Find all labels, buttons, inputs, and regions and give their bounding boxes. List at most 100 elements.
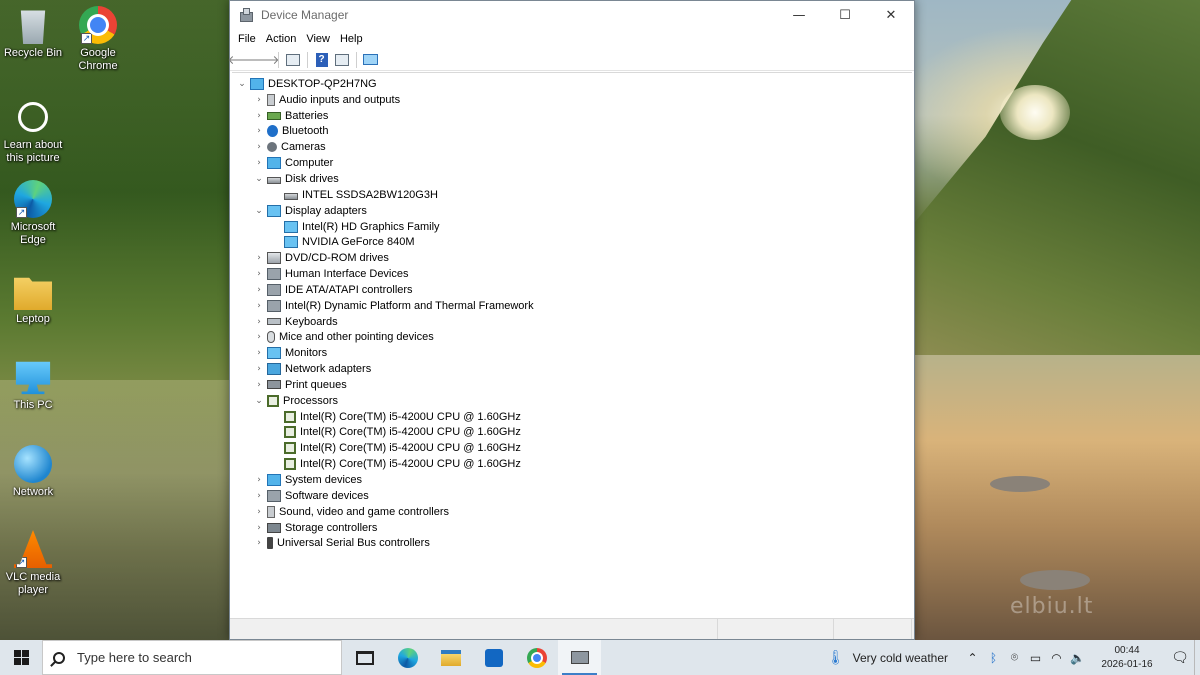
tree-category-human-interface-devices[interactable]: › Human Interface Devices <box>232 266 912 282</box>
tree-category-system-devices[interactable]: › System devices <box>232 472 912 488</box>
tree-category-keyboards[interactable]: › Keyboards <box>232 314 912 330</box>
show-hide-console-tree-button[interactable] <box>283 51 302 69</box>
notification-icon[interactable]: 🗨 <box>1166 640 1194 675</box>
clock[interactable]: 00:44 2026-01-16 <box>1092 644 1162 672</box>
tree-device-item[interactable]: INTEL SSDSA2BW120G3H <box>232 187 912 203</box>
menu-help[interactable]: Help <box>335 29 368 49</box>
chevron-right-icon[interactable]: › <box>253 110 265 122</box>
menu-action[interactable]: Action <box>261 29 302 49</box>
desktop-icon-this-pc[interactable]: This PC <box>0 358 66 412</box>
chevron-down-icon[interactable]: ⌄ <box>236 78 248 90</box>
weather-widget[interactable]: 🌡 Very cold weather <box>827 650 948 666</box>
menu-file[interactable]: File <box>233 29 261 49</box>
tree-category-universal-serial-bus-controllers[interactable]: › Universal Serial Bus controllers <box>232 535 912 551</box>
tree-category-display-adapters[interactable]: ⌄ Display adapters <box>232 203 912 219</box>
volume-icon[interactable]: 🔈 <box>1067 640 1088 675</box>
tree-category-bluetooth[interactable]: › Bluetooth <box>232 124 912 140</box>
chevron-right-icon[interactable]: › <box>253 300 265 312</box>
chevron-right-icon[interactable]: › <box>253 537 265 549</box>
desktop-icon-vlc[interactable]: ↗ VLC media player <box>0 530 66 597</box>
tree-device-item[interactable]: Intel(R) Core(TM) i5-4200U CPU @ 1.60GHz <box>232 425 912 441</box>
tree-category-batteries[interactable]: › Batteries <box>232 108 912 124</box>
tree-device-item[interactable]: Intel(R) Core(TM) i5-4200U CPU @ 1.60GHz <box>232 440 912 456</box>
wifi-icon[interactable]: ◠ <box>1046 640 1067 675</box>
chevron-right-icon[interactable]: › <box>253 506 265 518</box>
desktop-icon-microsoft-edge[interactable]: ↗ Microsoft Edge <box>0 180 66 247</box>
chevron-right-icon[interactable]: › <box>253 331 265 343</box>
software-device-icon <box>267 489 281 502</box>
task-view-button[interactable] <box>343 640 386 675</box>
tree-category-intel-r-dynamic-platform-and-thermal-framework[interactable]: › Intel(R) Dynamic Platform and Thermal F… <box>232 298 912 314</box>
desktop-icon-google-chrome[interactable]: ↗ Google Chrome <box>65 6 131 73</box>
chevron-right-icon[interactable]: › <box>253 379 265 391</box>
camera-icon[interactable]: ⌾ <box>1004 640 1025 675</box>
tree-device-item[interactable]: Intel(R) Core(TM) i5-4200U CPU @ 1.60GHz <box>232 456 912 472</box>
chevron-up-icon[interactable]: ⌃ <box>962 640 983 675</box>
tree-category-ide-ata-atapi-controllers[interactable]: › IDE ATA/ATAPI controllers <box>232 282 912 298</box>
chevron-right-icon[interactable]: › <box>253 268 265 280</box>
taskbar-edge[interactable] <box>386 640 429 675</box>
tree-category-processors[interactable]: ⌄ Processors <box>232 393 912 409</box>
wallpaper-rock <box>990 476 1050 492</box>
chevron-right-icon[interactable]: › <box>253 141 265 153</box>
battery-icon[interactable]: ▭ <box>1025 640 1046 675</box>
forward-button[interactable]: 🡒 <box>247 51 279 69</box>
taskbar-file-explorer[interactable] <box>429 640 472 675</box>
tree-category-disk-drives[interactable]: ⌄ Disk drives <box>232 171 912 187</box>
chevron-right-icon[interactable]: › <box>253 157 265 169</box>
desktop-icon-network[interactable]: Network <box>0 445 66 499</box>
taskbar-outlook[interactable] <box>472 640 515 675</box>
tree-category-audio-inputs-and-outputs[interactable]: › Audio inputs and outputs <box>232 92 912 108</box>
chevron-right-icon[interactable]: › <box>253 316 265 328</box>
tree-device-label: Intel(R) Core(TM) i5-4200U CPU @ 1.60GHz <box>300 410 521 423</box>
tree-category-dvd-cd-rom-drives[interactable]: › DVD/CD-ROM drives <box>232 250 912 266</box>
title-bar[interactable]: Device Manager — ☐ ✕ <box>230 1 914 29</box>
tree-category-mice-and-other-pointing-devices[interactable]: › Mice and other pointing devices <box>232 330 912 346</box>
chevron-right-icon[interactable]: › <box>253 125 265 137</box>
tree-category-computer[interactable]: › Computer <box>232 155 912 171</box>
scan-hardware-button[interactable] <box>361 51 380 69</box>
tree-category-print-queues[interactable]: › Print queues <box>232 377 912 393</box>
tree-device-item[interactable]: Intel(R) HD Graphics Family <box>232 219 912 235</box>
tree-category-monitors[interactable]: › Monitors <box>232 345 912 361</box>
tree-category-label: Cameras <box>281 141 326 154</box>
tree-device-item[interactable]: Intel(R) Core(TM) i5-4200U CPU @ 1.60GHz <box>232 409 912 425</box>
close-button[interactable]: ✕ <box>868 1 914 29</box>
chevron-right-icon[interactable]: › <box>253 363 265 375</box>
tree-category-network-adapters[interactable]: › Network adapters <box>232 361 912 377</box>
tree-root-node[interactable]: ⌄ DESKTOP-QP2H7NG <box>232 76 912 92</box>
start-button[interactable] <box>0 640 42 675</box>
taskbar-device-manager[interactable] <box>558 640 601 675</box>
tree-category-label: Batteries <box>285 109 329 122</box>
tree-category-storage-controllers[interactable]: › Storage controllers <box>232 520 912 536</box>
bluetooth-icon[interactable]: ᛒ <box>983 640 1004 675</box>
device-tree[interactable]: ⌄ DESKTOP-QP2H7NG › Audio inputs and outp… <box>232 72 912 618</box>
menu-view[interactable]: View <box>301 29 335 49</box>
tree-category-cameras[interactable]: › Cameras <box>232 139 912 155</box>
help-button[interactable]: ? <box>312 51 331 69</box>
display-adapter-icon <box>284 236 298 249</box>
file-explorer-icon <box>440 649 461 666</box>
chevron-right-icon[interactable]: › <box>253 474 265 486</box>
desktop-icon-recycle-bin[interactable]: Recycle Bin <box>0 6 66 60</box>
chevron-right-icon[interactable]: › <box>253 252 265 264</box>
maximize-button[interactable]: ☐ <box>822 1 868 29</box>
chevron-down-icon[interactable]: ⌄ <box>253 205 265 217</box>
chevron-right-icon[interactable]: › <box>253 347 265 359</box>
properties-button[interactable] <box>332 51 351 69</box>
tree-category-software-devices[interactable]: › Software devices <box>232 488 912 504</box>
chevron-down-icon[interactable]: ⌄ <box>253 173 265 185</box>
desktop-icon-leptop[interactable]: Leptop <box>0 272 66 326</box>
show-desktop-button[interactable] <box>1194 640 1200 675</box>
chevron-right-icon[interactable]: › <box>253 490 265 502</box>
chevron-right-icon[interactable]: › <box>253 94 265 106</box>
minimize-button[interactable]: — <box>776 1 822 29</box>
tree-category-sound-video-and-game-controllers[interactable]: › Sound, video and game controllers <box>232 504 912 520</box>
desktop-icon-learn-about-picture[interactable]: Learn about this picture <box>0 98 66 165</box>
chevron-right-icon[interactable]: › <box>253 522 265 534</box>
tree-device-item[interactable]: NVIDIA GeForce 840M <box>232 234 912 250</box>
taskbar-chrome[interactable] <box>515 640 558 675</box>
taskbar-search-box[interactable]: Type here to search <box>42 640 342 675</box>
chevron-down-icon[interactable]: ⌄ <box>253 395 265 407</box>
chevron-right-icon[interactable]: › <box>253 284 265 296</box>
